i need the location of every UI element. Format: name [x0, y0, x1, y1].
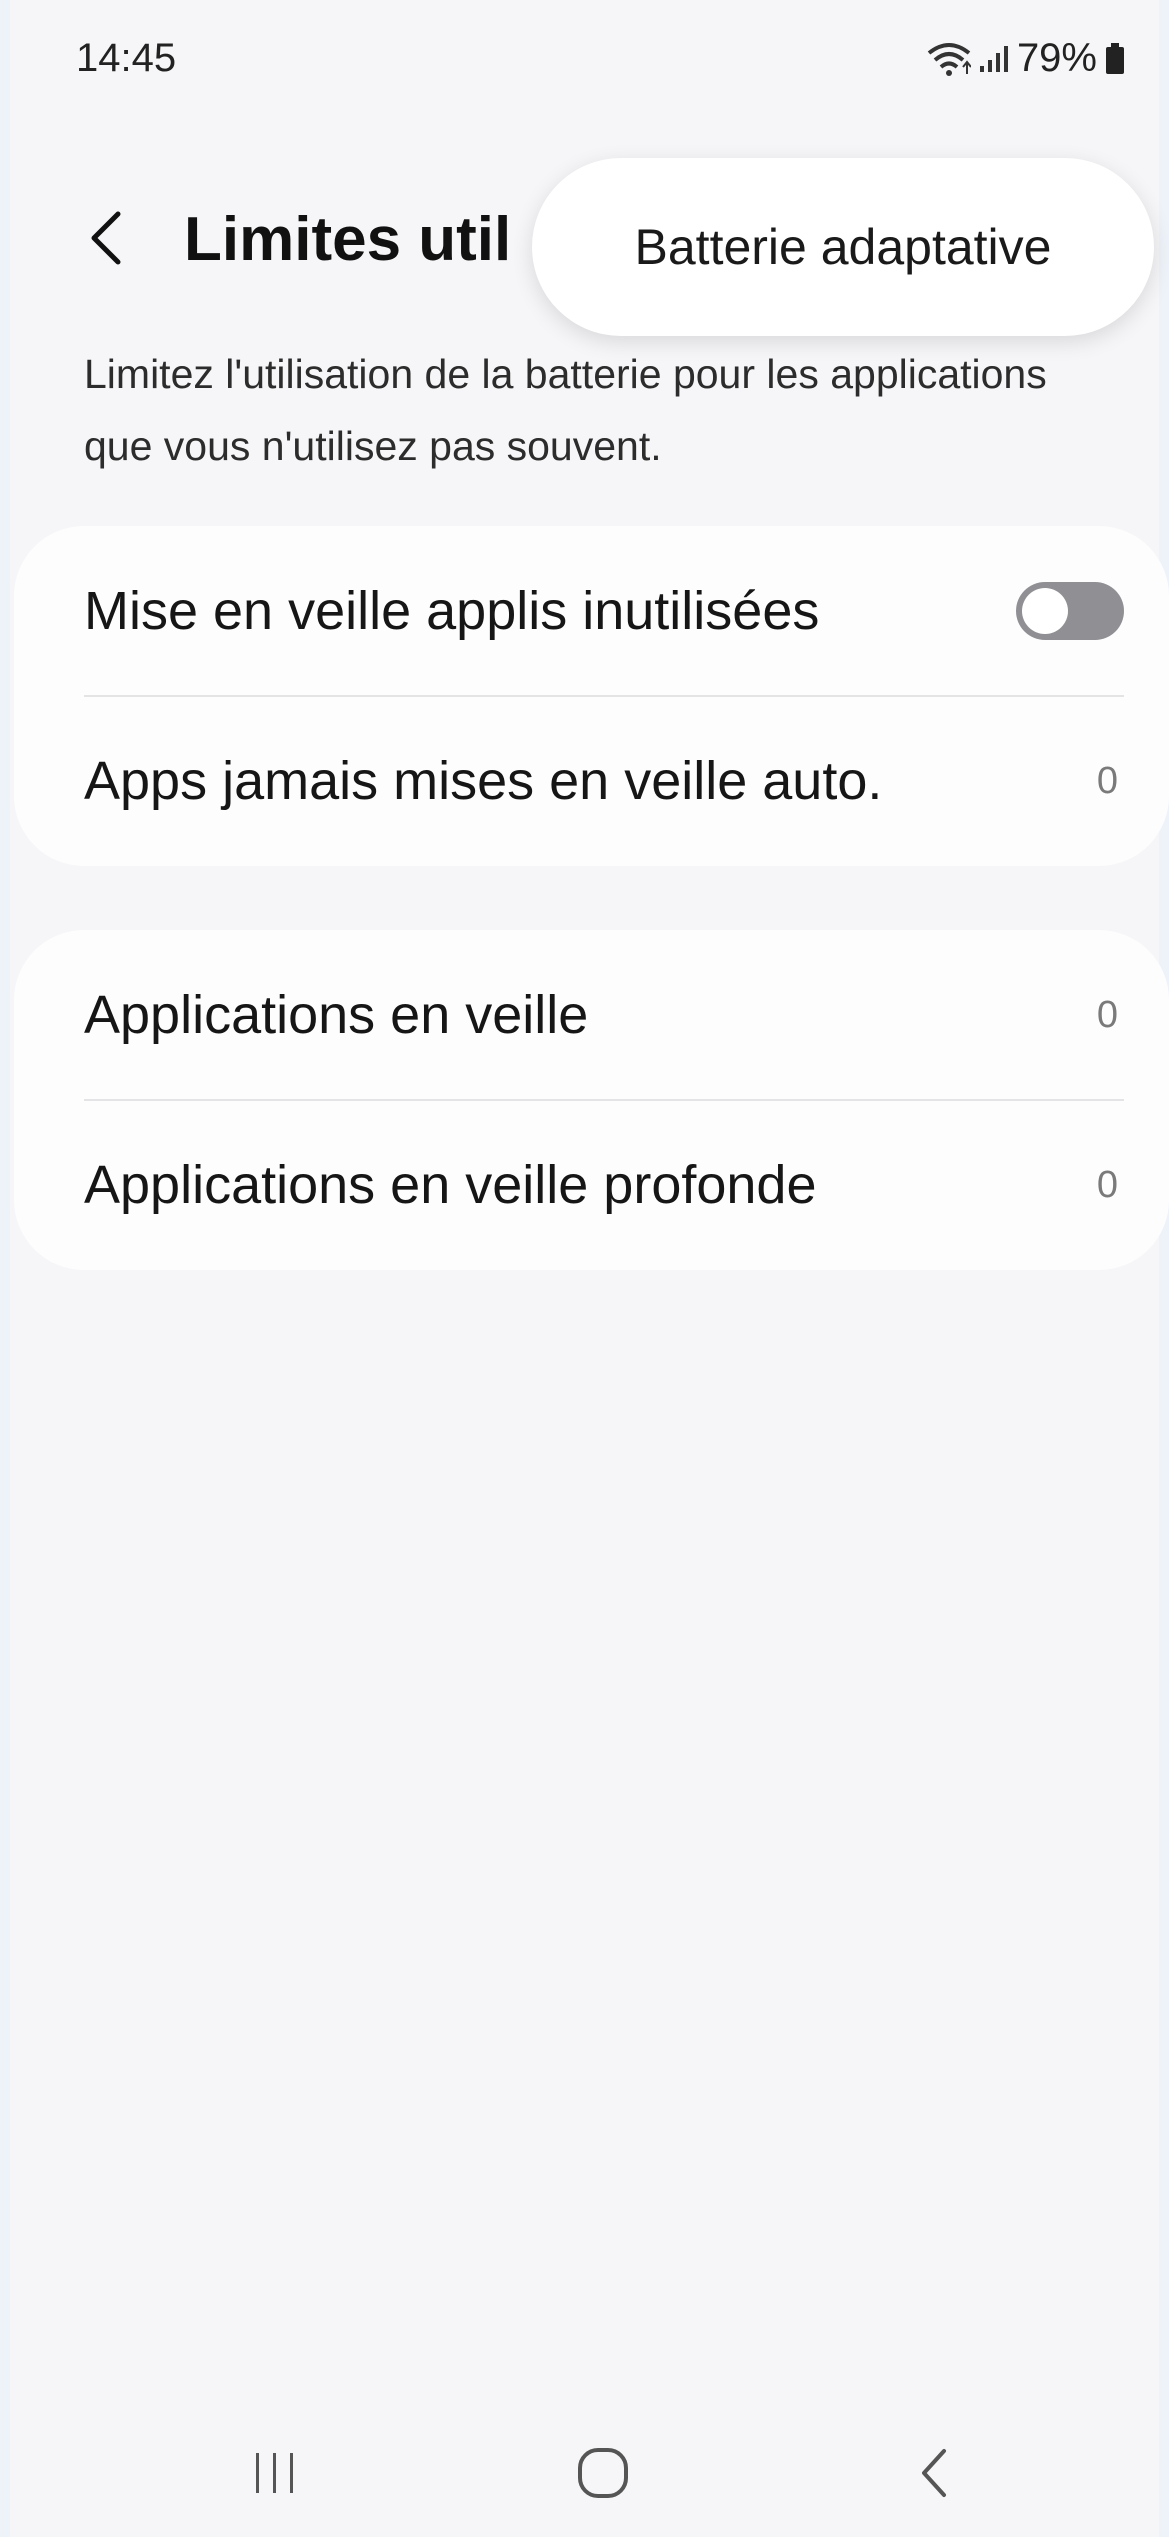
home-icon: [576, 2446, 630, 2505]
battery-icon: [1105, 42, 1125, 75]
recent-apps-button[interactable]: [230, 2430, 320, 2520]
recent-apps-icon: [250, 2451, 300, 2500]
page-description: Limitez l'utilisation de la batterie pou…: [84, 351, 1047, 469]
row-label: Apps jamais mises en veille auto.: [84, 751, 883, 811]
battery-text: 79%: [1016, 36, 1097, 80]
wifi-icon: [927, 41, 971, 77]
nav-back-button[interactable]: [888, 2430, 978, 2520]
back-button[interactable]: [80, 200, 130, 280]
row-label: Applications en veille profonde: [84, 1155, 817, 1215]
status-icons: 79%: [927, 36, 1125, 81]
settings-card-1: Mise en veille applis inutilisées Apps j…: [14, 526, 1169, 866]
row-count: 0: [1096, 993, 1118, 1036]
row-label: Applications en veille: [84, 985, 589, 1045]
row-label: Mise en veille applis inutilisées: [84, 581, 820, 641]
signal-icon: [979, 44, 1009, 74]
back-icon: [918, 2447, 948, 2504]
row-count: 0: [1096, 759, 1118, 802]
status-bar: 14:45 79%: [0, 0, 1169, 120]
toggle-knob: [1022, 588, 1068, 634]
settings-card-2: Applications en veille 0 Applications en…: [14, 930, 1169, 1270]
deep-sleeping-apps-row[interactable]: Applications en veille profonde 0: [84, 1100, 1124, 1270]
chevron-left-icon: [88, 210, 122, 271]
screen: 14:45 79% Limites util Batterie adaptati…: [0, 0, 1169, 2537]
status-time: 14:45: [76, 36, 177, 80]
sleep-unused-apps-toggle[interactable]: [1016, 582, 1124, 640]
page-title: Limites util: [184, 205, 512, 274]
row-count: 0: [1096, 1163, 1118, 1206]
popup-label: Batterie adaptative: [634, 219, 1052, 275]
sleeping-apps-row[interactable]: Applications en veille 0: [84, 930, 1124, 1100]
never-sleeping-apps-row[interactable]: Apps jamais mises en veille auto. 0: [84, 696, 1124, 866]
home-button[interactable]: [558, 2430, 648, 2520]
batterie-adaptative-popup[interactable]: Batterie adaptative: [532, 158, 1154, 336]
sleep-unused-apps-row[interactable]: Mise en veille applis inutilisées: [84, 526, 1124, 696]
